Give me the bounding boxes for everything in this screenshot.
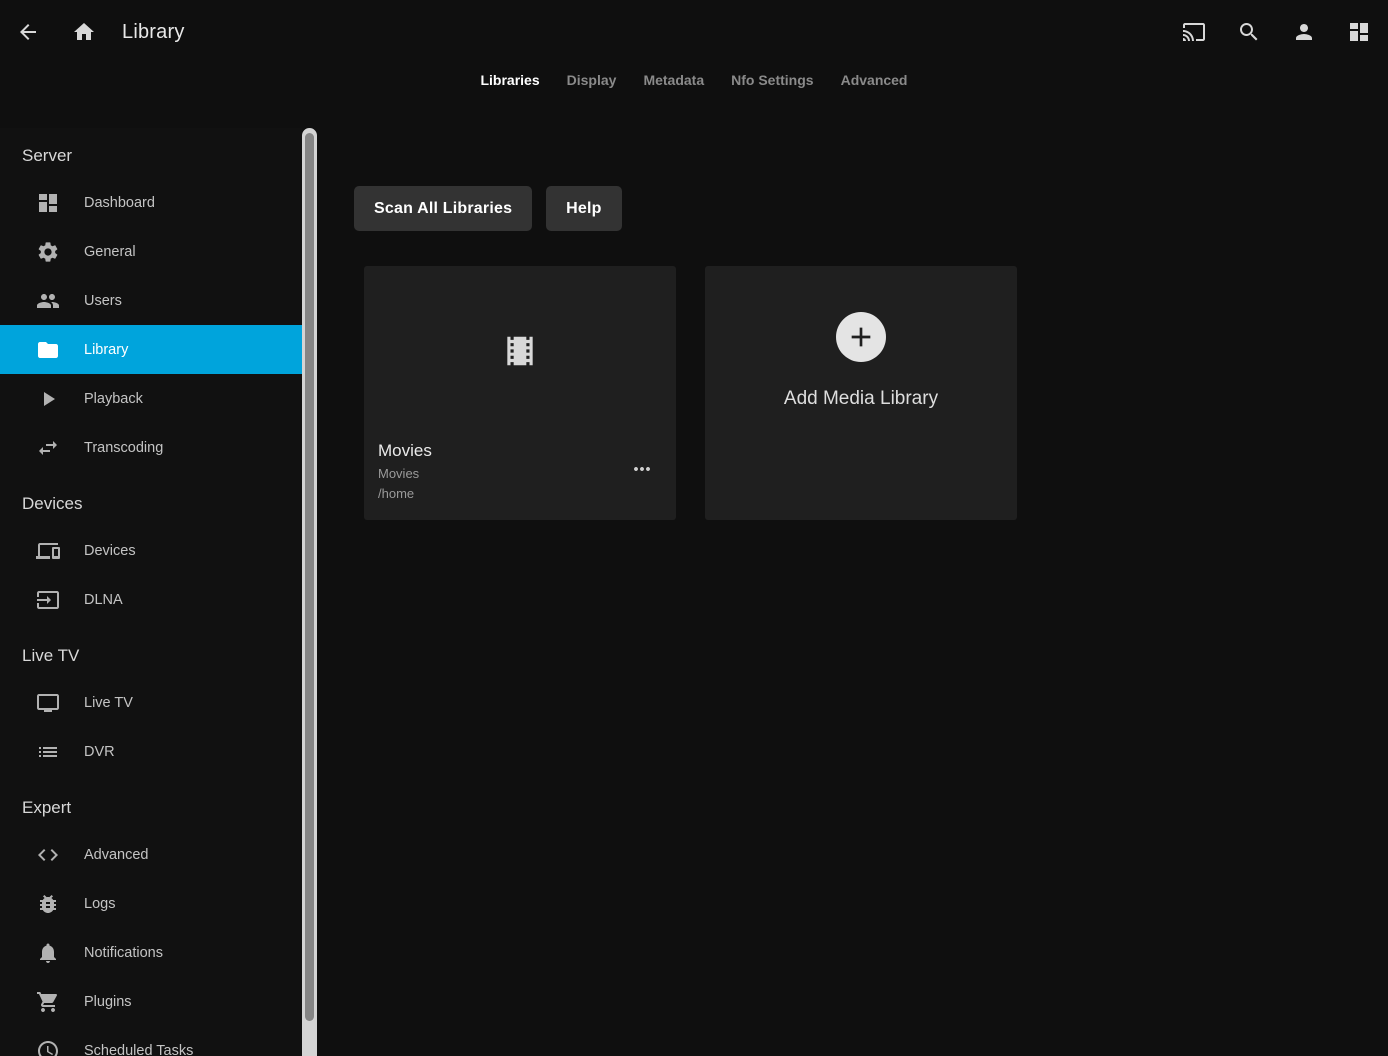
more-horizontal-icon xyxy=(630,457,654,481)
settings-tabs: Libraries Display Metadata Nfo Settings … xyxy=(0,68,1388,92)
sidebar-item-label: Playback xyxy=(84,391,143,407)
devices-icon xyxy=(36,539,60,563)
header-right xyxy=(1182,20,1388,44)
tab-libraries[interactable]: Libraries xyxy=(480,72,539,88)
tab-advanced[interactable]: Advanced xyxy=(841,72,908,88)
folder-icon xyxy=(36,338,60,362)
sidebar-item-dashboard[interactable]: Dashboard xyxy=(0,178,302,227)
list-icon xyxy=(36,740,60,764)
sidebar-item-advanced[interactable]: Advanced xyxy=(0,830,302,879)
help-button[interactable]: Help xyxy=(546,186,621,231)
sidebar-section-expert: Expert Advanced Logs Notifications Plugi… xyxy=(0,776,302,1056)
code-icon xyxy=(36,843,60,867)
home-icon xyxy=(72,20,96,44)
sidebar-item-label: Dashboard xyxy=(84,195,155,211)
header-left xyxy=(0,20,96,44)
sidebar-item-notifications[interactable]: Notifications xyxy=(0,928,302,977)
main-content: Scan All Libraries Help Movies Movies /h… xyxy=(318,128,1388,1056)
library-card-movies[interactable]: Movies Movies /home xyxy=(364,266,676,520)
sidebar-item-label: Users xyxy=(84,293,122,309)
tab-nfo-settings[interactable]: Nfo Settings xyxy=(731,72,813,88)
search-button[interactable] xyxy=(1237,20,1261,44)
sidebar-item-playback[interactable]: Playback xyxy=(0,374,302,423)
add-media-library-label: Add Media Library xyxy=(784,388,938,410)
sidebar-item-scheduled-tasks[interactable]: Scheduled Tasks xyxy=(0,1026,302,1056)
sidebar-item-label: Notifications xyxy=(84,945,163,961)
library-card-subtitle: Movies xyxy=(378,464,660,484)
section-title-devices: Devices xyxy=(22,490,302,518)
sidebar-item-dvr[interactable]: DVR xyxy=(0,727,302,776)
bell-icon xyxy=(36,941,60,965)
dashboard-icon xyxy=(36,191,60,215)
card-menu-button[interactable] xyxy=(630,457,654,481)
sidebar-item-label: Devices xyxy=(84,543,136,559)
input-icon xyxy=(36,588,60,612)
dashboard-button[interactable] xyxy=(1347,20,1371,44)
scan-all-libraries-button[interactable]: Scan All Libraries xyxy=(354,186,532,231)
library-card-title: Movies xyxy=(378,441,660,461)
clock-icon xyxy=(36,1039,60,1056)
section-title-expert: Expert xyxy=(22,794,302,822)
sidebar-scrollbar-thumb[interactable] xyxy=(305,133,314,1021)
user-icon xyxy=(1292,20,1316,44)
tv-icon xyxy=(36,691,60,715)
gear-icon xyxy=(36,240,60,264)
play-icon xyxy=(36,387,60,411)
cast-button[interactable] xyxy=(1182,20,1206,44)
sidebar-item-transcoding[interactable]: Transcoding xyxy=(0,423,302,472)
search-icon xyxy=(1237,20,1261,44)
sidebar-item-label: DVR xyxy=(84,744,115,760)
sidebar-item-general[interactable]: General xyxy=(0,227,302,276)
library-toolbar: Scan All Libraries Help xyxy=(354,186,1388,231)
sidebar-item-dlna[interactable]: DLNA xyxy=(0,575,302,624)
sidebar-item-label: Transcoding xyxy=(84,440,163,456)
sidebar-item-plugins[interactable]: Plugins xyxy=(0,977,302,1026)
library-card-image xyxy=(364,266,676,435)
admin-sidebar: Server Dashboard General Users Library xyxy=(0,128,302,1056)
cart-icon xyxy=(36,990,60,1014)
tab-display[interactable]: Display xyxy=(567,72,617,88)
sidebar-item-label: Advanced xyxy=(84,847,149,863)
sidebar-item-library[interactable]: Library xyxy=(0,325,302,374)
swap-horizontal-icon xyxy=(36,436,60,460)
top-app-bar: Library xyxy=(0,0,1388,64)
sidebar-item-label: DLNA xyxy=(84,592,123,608)
dashboard-icon xyxy=(1347,20,1371,44)
sidebar-section-live-tv: Live TV Live TV DVR xyxy=(0,624,302,776)
page-title: Library xyxy=(122,21,185,44)
sidebar-item-users[interactable]: Users xyxy=(0,276,302,325)
sidebar-section-server: Server Dashboard General Users Library xyxy=(0,128,302,472)
users-icon xyxy=(36,289,60,313)
sidebar-item-devices[interactable]: Devices xyxy=(0,526,302,575)
sidebar-item-label: General xyxy=(84,244,136,260)
sidebar-item-label: Live TV xyxy=(84,695,133,711)
sidebar-scrollbar-track[interactable] xyxy=(302,128,317,1056)
library-card-path: /home xyxy=(378,484,660,504)
user-button[interactable] xyxy=(1292,20,1316,44)
sidebar-item-label: Library xyxy=(84,342,128,358)
back-button[interactable] xyxy=(16,20,40,44)
sidebar-item-label: Scheduled Tasks xyxy=(84,1043,193,1056)
section-title-server: Server xyxy=(22,142,302,170)
library-cards: Movies Movies /home Add Media Library xyxy=(364,266,1388,520)
sidebar-item-label: Plugins xyxy=(84,994,132,1010)
bug-icon xyxy=(36,892,60,916)
sidebar-item-logs[interactable]: Logs xyxy=(0,879,302,928)
film-strip-icon xyxy=(501,332,539,370)
plus-icon xyxy=(836,312,886,362)
sidebar-item-live-tv[interactable]: Live TV xyxy=(0,678,302,727)
cast-icon xyxy=(1182,20,1206,44)
sidebar-section-devices: Devices Devices DLNA xyxy=(0,472,302,624)
tab-metadata[interactable]: Metadata xyxy=(643,72,704,88)
sidebar-item-label: Logs xyxy=(84,896,115,912)
section-title-live-tv: Live TV xyxy=(22,642,302,670)
add-media-library-card[interactable]: Add Media Library xyxy=(705,266,1017,520)
back-icon xyxy=(16,20,40,44)
home-button[interactable] xyxy=(72,20,96,44)
